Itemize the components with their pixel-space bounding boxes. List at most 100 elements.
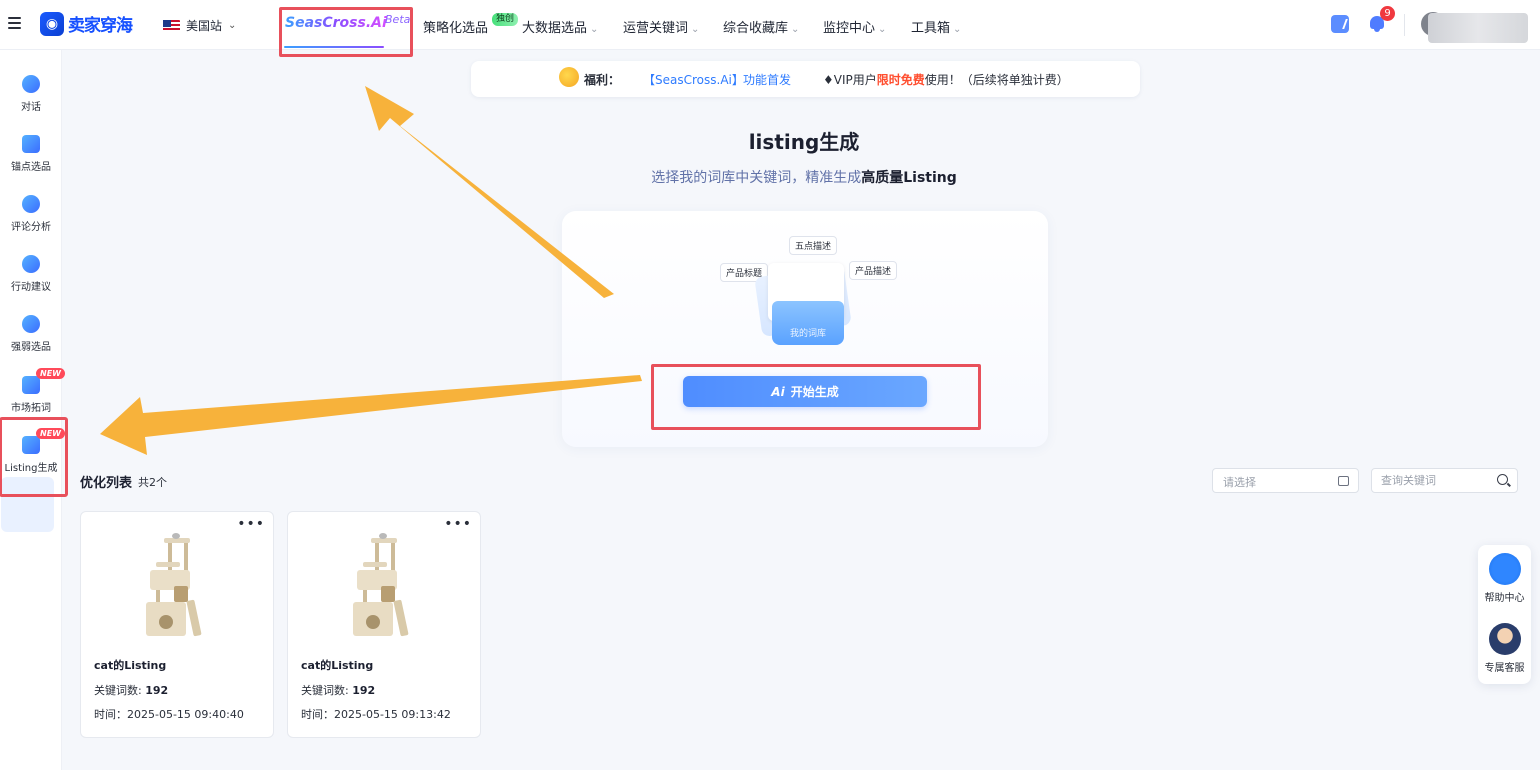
calendar-icon — [1338, 476, 1349, 486]
compass-icon — [22, 255, 40, 273]
left-sidebar: 对话 锚点选品 评论分析 行动建议 强弱选品 NEW 市场拓词 NEW List… — [0, 50, 65, 770]
card-keyword-count: 关键词数: 192 — [301, 682, 375, 698]
tag-product-description: 产品描述 — [849, 261, 898, 280]
product-thumbnail — [146, 533, 202, 637]
date-placeholder: 请选择 — [1223, 476, 1256, 489]
nav-favorites[interactable]: 综合收藏库 ⌄ — [723, 17, 799, 36]
banner-product-name: 【SeasCross.Ai】 — [643, 73, 744, 87]
page-title: listing生成 — [748, 130, 860, 154]
header-divider — [1404, 14, 1405, 36]
banner-feature-text: 功能首发 — [743, 73, 792, 87]
sidebar-item-review-analysis[interactable]: 评论分析 — [0, 195, 62, 233]
more-options-icon[interactable]: ••• — [444, 516, 472, 532]
sidebar-item-market-keywords[interactable]: NEW 市场拓词 — [0, 368, 65, 414]
customer-service-button[interactable]: 专属客服 — [1478, 623, 1531, 674]
list-title: 优化列表 — [80, 476, 133, 491]
kw-label: 关键词数: — [94, 684, 142, 697]
listing-card[interactable]: ••• cat的Listing 关键词数: 192 时间：2025-05-15 … — [287, 511, 481, 738]
tag-bullet-points: 五点描述 — [789, 236, 838, 255]
kw-value: 192 — [145, 684, 169, 697]
original-badge: 独创 — [492, 13, 519, 26]
time-label: 时间： — [94, 708, 127, 721]
annotation-highlight-button — [651, 364, 981, 430]
menu-icon[interactable] — [8, 17, 21, 29]
logo-text: 卖家穿海 — [68, 16, 133, 36]
subtitle-prefix: 选择我的词库中关键词，精准生成 — [651, 170, 862, 186]
banner-fuli: 福利： — [584, 73, 621, 87]
card-time: 时间：2025-05-15 09:40:40 — [94, 706, 244, 722]
subtitle-bold: 高质量Listing — [861, 170, 957, 186]
bell-clapper — [1374, 29, 1380, 32]
sidebar-item-label: 市场拓词 — [11, 403, 51, 414]
nav-label: 策略化选品 — [423, 21, 489, 36]
time-value: 2025-05-15 09:13:42 — [334, 708, 451, 721]
nav-label: 监控中心 — [823, 21, 876, 36]
sidebar-item-strength-selection[interactable]: 强弱选品 — [0, 315, 62, 353]
time-value: 2025-05-15 09:40:40 — [127, 708, 244, 721]
time-label: 时间： — [301, 708, 334, 721]
vip-suffix: 使用！（后续将单独计费） — [924, 73, 1069, 87]
us-flag-icon — [163, 19, 180, 32]
site-selector[interactable]: 美国站 ⌄ — [163, 17, 236, 34]
chevron-down-icon: ⌄ — [228, 20, 237, 31]
sidebar-item-chat[interactable]: 对话 — [0, 75, 62, 113]
nav-label: 工具箱 — [911, 21, 951, 36]
card-name: cat的Listing — [94, 659, 167, 672]
chevron-down-icon: ⌄ — [878, 24, 887, 35]
search-icon[interactable] — [1497, 474, 1508, 485]
customer-service-label: 专属客服 — [1484, 663, 1525, 674]
nav-operation-keywords[interactable]: 运营关键词 ⌄ — [623, 17, 699, 36]
vip-prefix: ♦VIP用户 — [823, 73, 877, 87]
folder-label: 我的词库 — [789, 329, 826, 339]
top-bar: ◉ 卖家穿海 美国站 ⌄ SeasCross.Ai Beta 策略化选品 独创 … — [0, 0, 1540, 50]
user-group-icon — [22, 315, 40, 333]
nav-label: 运营关键词 — [623, 21, 689, 36]
sidebar-item-label: 行动建议 — [11, 282, 51, 293]
notification-bell-icon[interactable]: 9 — [1368, 6, 1395, 33]
banner-vip-text: ♦VIP用户限时免费使用！（后续将单独计费） — [823, 71, 1069, 88]
vip-red-text: 限时免费 — [876, 73, 925, 87]
nav-label: 大数据选品 — [522, 21, 588, 36]
annotation-highlight-nav — [279, 7, 413, 57]
help-center-button[interactable]: 帮助中心 — [1478, 553, 1531, 604]
keyword-search-input[interactable] — [1371, 468, 1518, 493]
site-label: 美国站 — [186, 19, 223, 33]
logo-mark-icon: ◉ — [40, 11, 64, 36]
nav-strategic-selection[interactable]: 策略化选品 独创 — [423, 13, 519, 36]
chevron-down-icon: ⌄ — [691, 24, 700, 35]
chevron-down-icon: ⌄ — [791, 24, 800, 35]
chevron-down-icon: ⌄ — [590, 24, 599, 35]
keyword-folder-icon: 我的词库 — [772, 301, 844, 345]
notification-count-badge: 9 — [1380, 6, 1395, 21]
pie-chart-icon — [22, 195, 40, 213]
edit-note-icon[interactable] — [1331, 15, 1349, 33]
floating-help-panel: 帮助中心 专属客服 — [1478, 545, 1531, 684]
user-info-blurred[interactable] — [1428, 13, 1528, 43]
card-keyword-count: 关键词数: 192 — [94, 682, 168, 698]
chat-bot-icon — [22, 75, 40, 93]
word-icon — [22, 376, 40, 394]
listing-card[interactable]: ••• cat的Listing 关键词数: 192 时间：2025-05-15 … — [80, 511, 274, 738]
nav-monitor-center[interactable]: 监控中心 ⌄ — [823, 17, 886, 36]
nav-label: 综合收藏库 — [723, 21, 789, 36]
smiley-emoji-icon — [559, 67, 579, 87]
nav-toolbox[interactable]: 工具箱 ⌄ — [911, 17, 961, 36]
page-subtitle: 选择我的词库中关键词，精准生成高质量Listing — [0, 167, 1540, 187]
help-center-label: 帮助中心 — [1484, 593, 1525, 604]
date-filter-select[interactable]: 请选择 — [1212, 468, 1359, 493]
nav-big-data-selection[interactable]: 大数据选品 ⌄ — [522, 17, 598, 36]
chevron-down-icon: ⌄ — [953, 24, 962, 35]
card-name: cat的Listing — [301, 659, 374, 672]
book-icon — [1488, 553, 1521, 585]
more-options-icon[interactable]: ••• — [237, 516, 265, 532]
sidebar-item-label: 评论分析 — [11, 222, 51, 233]
sidebar-item-label: 强弱选品 — [11, 342, 51, 353]
new-badge: NEW — [36, 368, 65, 379]
promo-banner: 福利： 【SeasCross.Ai】 功能首发 ♦VIP用户限时免费使用！（后续… — [471, 61, 1140, 97]
annotation-highlight-sidebar — [0, 417, 68, 497]
sidebar-item-action-advice[interactable]: 行动建议 — [0, 255, 62, 293]
card-time: 时间：2025-05-15 09:13:42 — [301, 706, 451, 722]
list-count: 共2个 — [138, 476, 167, 489]
brand-logo[interactable]: ◉ 卖家穿海 — [40, 11, 133, 36]
product-thumbnail — [353, 533, 409, 637]
